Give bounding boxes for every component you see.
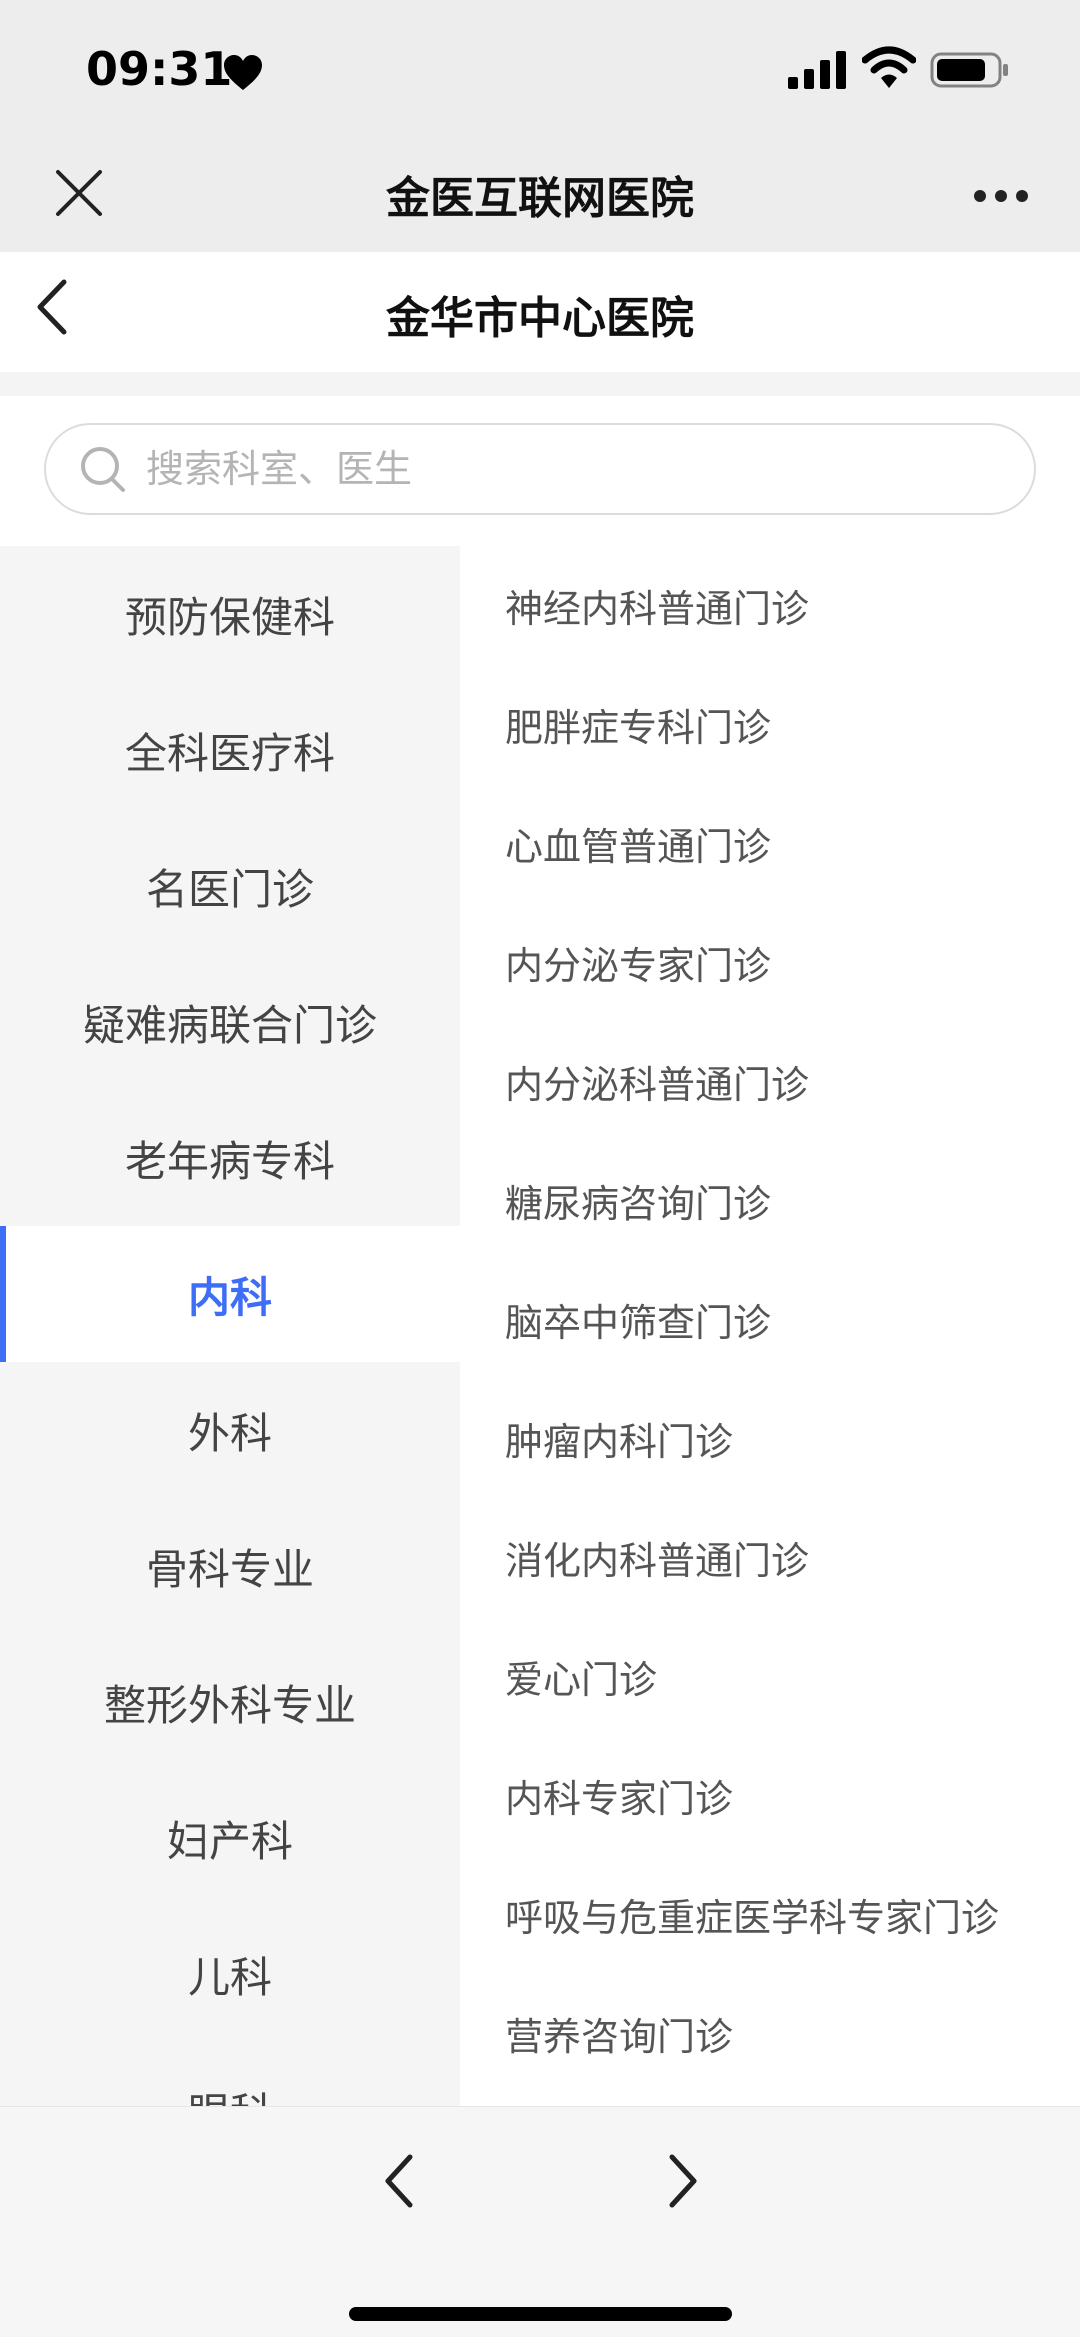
clinic-item[interactable]: 脑卒中筛查门诊: [460, 1260, 1080, 1379]
status-bar: 09:31: [0, 0, 1080, 140]
chevron-right-icon[interactable]: [660, 2149, 704, 2213]
department-item[interactable]: 名医门诊: [0, 818, 460, 954]
cellular-signal-icon: [788, 51, 846, 89]
clinic-item[interactable]: 内科专家门诊: [460, 1736, 1080, 1855]
battery-icon: [930, 52, 1008, 88]
department-item[interactable]: 儿科: [0, 1906, 460, 2042]
department-item[interactable]: 外科: [0, 1362, 460, 1498]
clinic-item[interactable]: 内分泌科普通门诊: [460, 1022, 1080, 1141]
search-icon: [81, 447, 125, 492]
wifi-icon: [862, 46, 916, 88]
department-item[interactable]: 整形外科专业: [0, 1634, 460, 1770]
section-divider: [0, 372, 1080, 396]
clinic-item[interactable]: 肥胖症专科门诊: [460, 665, 1080, 784]
department-list: 预防保健科 全科医疗科 名医门诊 疑难病联合门诊 老年病专科 内科 外科 骨科专…: [0, 546, 460, 2106]
home-indicator: [349, 2307, 732, 2321]
department-item-active[interactable]: 内科: [0, 1226, 460, 1362]
department-item[interactable]: 眼科: [0, 2042, 460, 2107]
clinic-item[interactable]: 呼吸与危重症医学科专家门诊: [460, 1855, 1080, 1974]
clinic-item[interactable]: 心血管普通门诊: [460, 784, 1080, 903]
department-item[interactable]: 妇产科: [0, 1770, 460, 1906]
clinic-item[interactable]: 消化内科普通门诊: [460, 1498, 1080, 1617]
clinic-item[interactable]: 爱心门诊: [460, 1617, 1080, 1736]
search-input[interactable]: [146, 441, 846, 497]
bottom-toolbar: [0, 2106, 1080, 2337]
clinic-list: 神经内科普通门诊 肥胖症专科门诊 心血管普通门诊 内分泌专家门诊 内分泌科普通门…: [460, 546, 1080, 2106]
heart-icon: [224, 55, 262, 90]
clinic-item[interactable]: 神经内科普通门诊: [460, 546, 1080, 665]
department-item[interactable]: 骨科专业: [0, 1498, 460, 1634]
department-item[interactable]: 疑难病联合门诊: [0, 954, 460, 1090]
department-item[interactable]: 全科医疗科: [0, 682, 460, 818]
status-time: 09:31: [86, 42, 233, 96]
search-bar: [0, 396, 1080, 546]
page-title: 金华市中心医院: [386, 293, 694, 344]
search-box[interactable]: [44, 423, 1036, 515]
clinic-item[interactable]: 糖尿病咨询门诊: [460, 1141, 1080, 1260]
chevron-left-icon[interactable]: [378, 2149, 422, 2213]
app-title: 金医互联网医院: [386, 173, 694, 224]
title-bar: 金医互联网医院: [0, 140, 1080, 252]
department-item[interactable]: 预防保健科: [0, 546, 460, 682]
clinic-item[interactable]: 肿瘤内科门诊: [460, 1379, 1080, 1498]
more-icon[interactable]: [972, 188, 1030, 204]
clinic-item[interactable]: 营养咨询门诊: [460, 1974, 1080, 2093]
department-item[interactable]: 老年病专科: [0, 1090, 460, 1226]
page-header: 金华市中心医院: [0, 252, 1080, 372]
clinic-item[interactable]: 内分泌专家门诊: [460, 903, 1080, 1022]
